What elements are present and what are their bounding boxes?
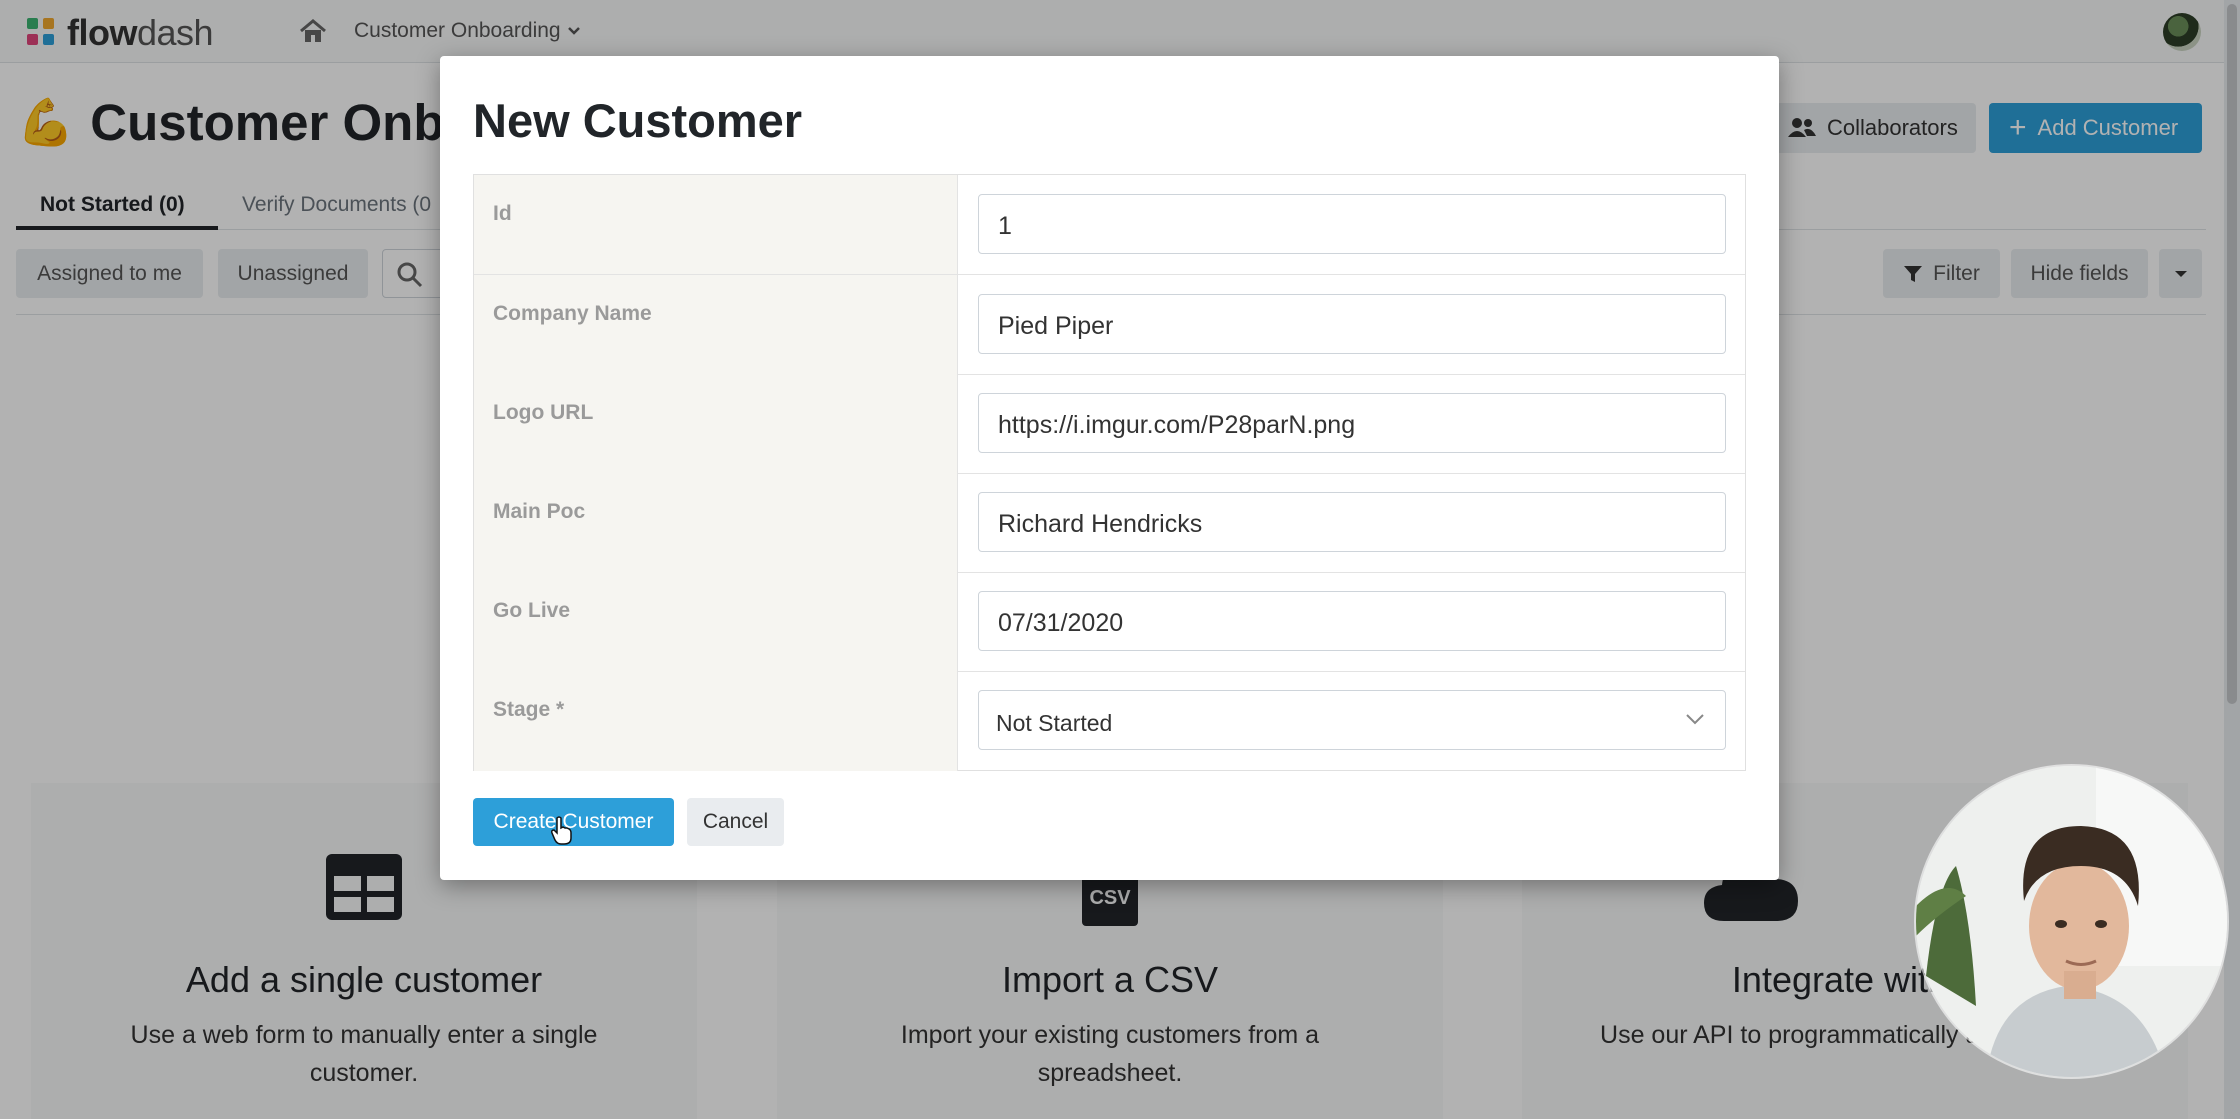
field-label: Main Poc [474,473,958,572]
form-row-logo-url: Logo URL https://i.imgur.com/P28parN.png [474,374,1745,474]
chevron-down-icon [1686,714,1704,725]
cancel-button[interactable]: Cancel [687,798,784,846]
field-label: Company Name [474,275,958,374]
form-row-stage: Stage * Not Started [474,671,1745,771]
field-label: Go Live [474,572,958,671]
go-live-date-input[interactable]: 07/31/2020 [978,591,1726,651]
field-label: Stage * [474,671,958,771]
pointer-cursor-icon [551,816,572,845]
field-label: Id [474,175,958,274]
new-customer-modal: New Customer Id 1 Company Name Pied Pipe… [440,56,1779,880]
cancel-label: Cancel [702,810,769,833]
create-customer-button[interactable]: Create Customer [473,798,674,846]
form-row-id: Id 1 [474,175,1745,275]
company-name-input[interactable]: Pied Piper [978,294,1726,354]
modal-title: New Customer [473,94,803,147]
stage-select[interactable]: Not Started [978,690,1726,750]
id-input[interactable]: 1 [978,194,1726,254]
form-row-go-live: Go Live 07/31/2020 [474,572,1745,672]
webcam-overlay-image [1916,766,2227,1077]
customer-form: Id 1 Company Name Pied Piper Logo URL ht… [473,174,1746,771]
form-row-main-poc: Main Poc Richard Hendricks [474,473,1745,573]
logo-url-input[interactable]: https://i.imgur.com/P28parN.png [978,393,1726,453]
stage-select-value: Not Started [996,710,1113,736]
form-row-company-name: Company Name Pied Piper [474,275,1745,375]
main-poc-input[interactable]: Richard Hendricks [978,492,1726,552]
field-label: Logo URL [474,374,958,473]
create-customer-label: Create Customer [493,810,654,833]
